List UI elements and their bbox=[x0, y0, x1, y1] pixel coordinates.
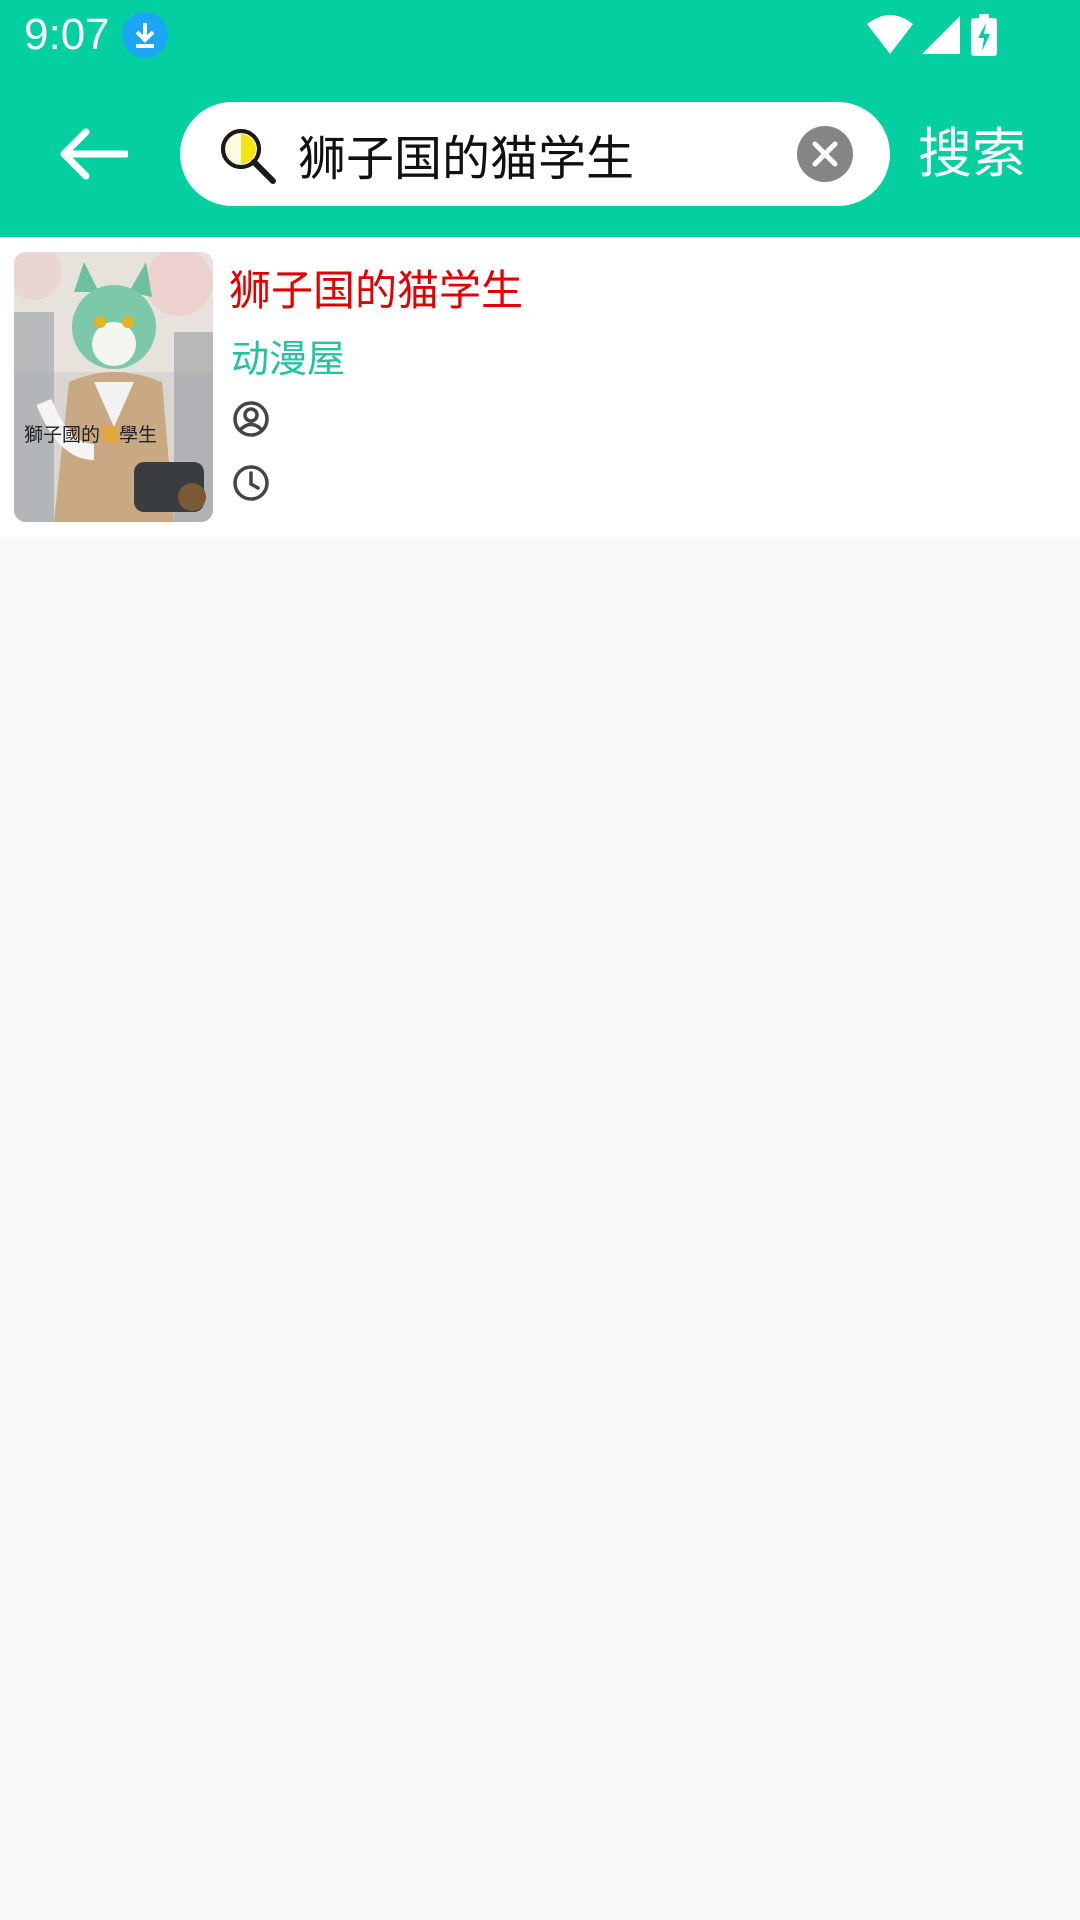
download-notification-icon bbox=[122, 12, 168, 58]
status-bar: 9:07 bbox=[0, 0, 1080, 72]
clock-icon bbox=[233, 465, 269, 501]
app-header: 9:07 狮子国的猫学生 搜索 bbox=[0, 0, 1080, 237]
magnifier-icon bbox=[221, 129, 276, 184]
comic-cover-image: 獅子國的貓學生 bbox=[14, 252, 213, 522]
comic-title[interactable]: 狮子国的猫学生 bbox=[229, 257, 523, 318]
author-row bbox=[231, 399, 731, 439]
cover-caption: 獅子國的貓學生 bbox=[24, 424, 158, 446]
clear-circle-icon bbox=[812, 141, 838, 167]
cell-signal-icon bbox=[922, 16, 960, 54]
status-time: 9:07 bbox=[24, 10, 110, 59]
search-button[interactable]: 搜索 bbox=[918, 112, 1058, 196]
clear-search-button[interactable] bbox=[797, 126, 853, 182]
search-input[interactable] bbox=[298, 102, 738, 206]
result-item[interactable]: 獅子國的貓學生 狮子国的猫学生 动漫屋 bbox=[0, 237, 1080, 537]
battery-charging-icon bbox=[971, 14, 997, 56]
comic-source: 动漫屋 bbox=[231, 337, 346, 381]
user-icon bbox=[233, 401, 269, 437]
update-row bbox=[231, 463, 731, 503]
back-arrow-icon bbox=[60, 128, 130, 180]
back-button[interactable] bbox=[48, 112, 158, 196]
search-box[interactable] bbox=[180, 102, 890, 206]
wifi-icon bbox=[867, 15, 913, 54]
